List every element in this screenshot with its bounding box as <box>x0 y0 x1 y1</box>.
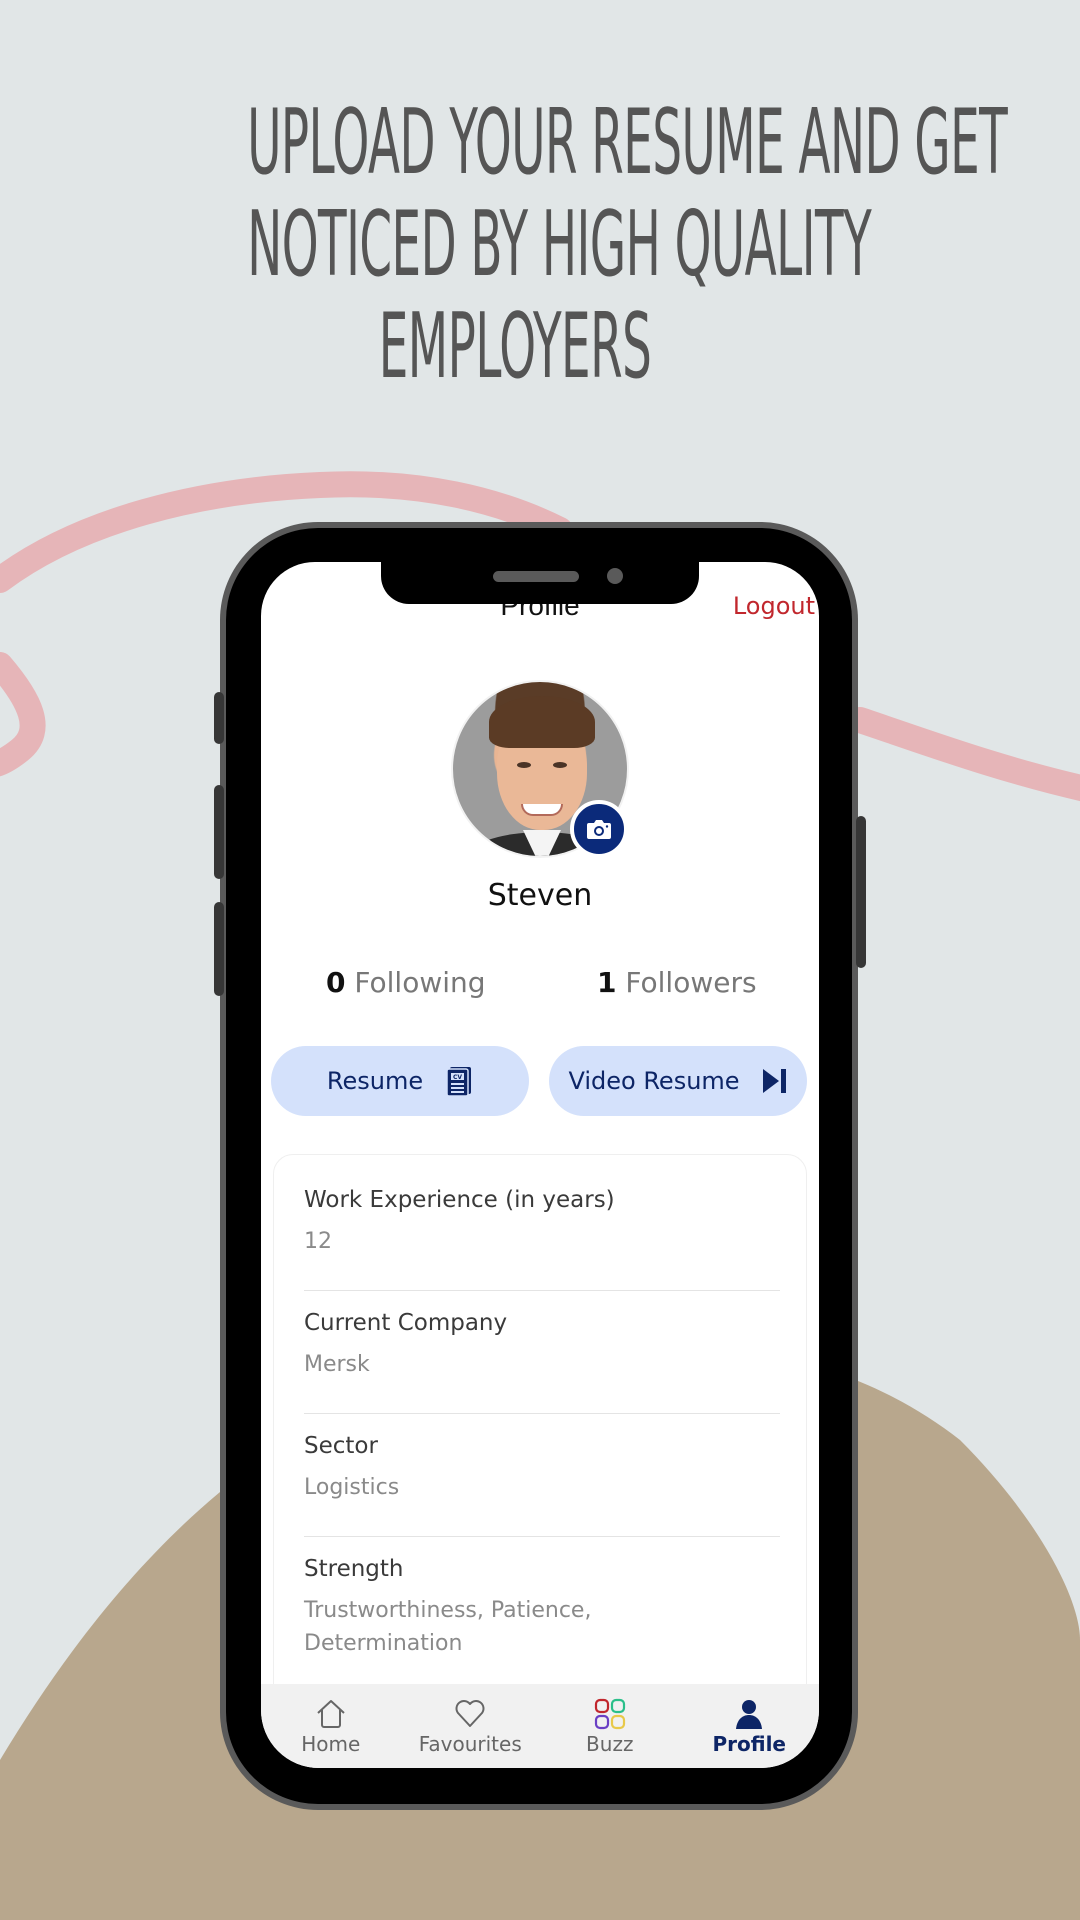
following-stat[interactable]: 0 Following <box>326 966 486 999</box>
skip-forward-icon <box>762 1069 786 1093</box>
resume-button-label: Resume <box>326 1067 424 1095</box>
camera-icon <box>587 820 611 839</box>
headline-line-1: Upload Your resume and get <box>247 90 1008 195</box>
divider <box>304 1413 780 1414</box>
tab-favourites[interactable]: Favourites <box>401 1684 541 1768</box>
video-resume-button-label: Video Resume <box>568 1067 740 1095</box>
phone-front-camera <box>607 568 623 584</box>
detail-value: Trustworthiness, Patience, Determination <box>304 1598 592 1656</box>
followers-count: 1 <box>597 966 617 999</box>
following-label: Following <box>354 966 486 999</box>
tab-home-label: Home <box>301 1732 361 1756</box>
person-icon <box>736 1700 763 1729</box>
video-resume-button[interactable]: Video Resume <box>549 1046 807 1116</box>
divider <box>304 1536 780 1537</box>
phone-speaker <box>493 571 579 582</box>
tab-favourites-label: Favourites <box>418 1732 522 1756</box>
tab-home[interactable]: Home <box>261 1684 401 1768</box>
detail-label: Work Experience (in years) <box>304 1187 615 1213</box>
tab-buzz[interactable]: Buzz <box>540 1684 680 1768</box>
phone-mute-button <box>214 692 224 744</box>
avatar-eye-right <box>553 762 567 768</box>
logout-button[interactable]: Logout <box>733 592 815 620</box>
detail-work-experience: Work Experience (in years) 12 <box>304 1187 780 1258</box>
bottom-tab-bar: Home Favourites Buzz Profile <box>261 1684 819 1768</box>
app-screen: Profile Logout Steven 0 Following 1 Foll… <box>261 562 819 1768</box>
avatar-eye-left <box>517 762 531 768</box>
following-count: 0 <box>326 966 346 999</box>
detail-label: Current Company <box>304 1310 508 1336</box>
avatar-hair <box>489 696 595 748</box>
phone-power-button <box>856 816 866 968</box>
headline-line-2: noticed by high quality <box>247 192 872 297</box>
grid-icon <box>594 1698 625 1730</box>
divider <box>304 1290 780 1291</box>
marketing-headline: Upload Your resume and get noticed by hi… <box>247 90 1008 399</box>
tab-buzz-label: Buzz <box>586 1732 634 1756</box>
tab-profile[interactable]: Profile <box>680 1684 820 1768</box>
heart-icon <box>455 1700 485 1727</box>
detail-strength: Strength Trustworthiness, Patience, Dete… <box>304 1556 644 1660</box>
profile-details-card: Work Experience (in years) 12 Current Co… <box>273 1154 807 1714</box>
detail-sector: Sector Logistics <box>304 1433 780 1504</box>
detail-value: Logistics <box>304 1475 400 1500</box>
change-photo-button[interactable] <box>570 800 628 858</box>
headline-line-3: employers <box>378 294 652 399</box>
detail-value: Mersk <box>304 1352 370 1377</box>
phone-volume-down-button <box>214 902 224 996</box>
followers-label: Followers <box>625 966 757 999</box>
detail-label: Sector <box>304 1433 378 1459</box>
tab-profile-label: Profile <box>712 1732 786 1756</box>
phone-notch <box>381 560 699 604</box>
cv-document-icon: CV <box>446 1067 472 1096</box>
home-icon <box>317 1700 345 1728</box>
followers-stat[interactable]: 1 Followers <box>597 966 757 999</box>
detail-label: Strength <box>304 1556 404 1582</box>
svg-text:CV: CV <box>453 1074 462 1081</box>
avatar-mouth <box>521 804 563 816</box>
phone-volume-up-button <box>214 785 224 879</box>
resume-button[interactable]: Resume CV <box>271 1046 529 1116</box>
profile-name: Steven <box>487 878 593 913</box>
detail-value: 12 <box>304 1229 332 1254</box>
detail-current-company: Current Company Mersk <box>304 1310 780 1381</box>
